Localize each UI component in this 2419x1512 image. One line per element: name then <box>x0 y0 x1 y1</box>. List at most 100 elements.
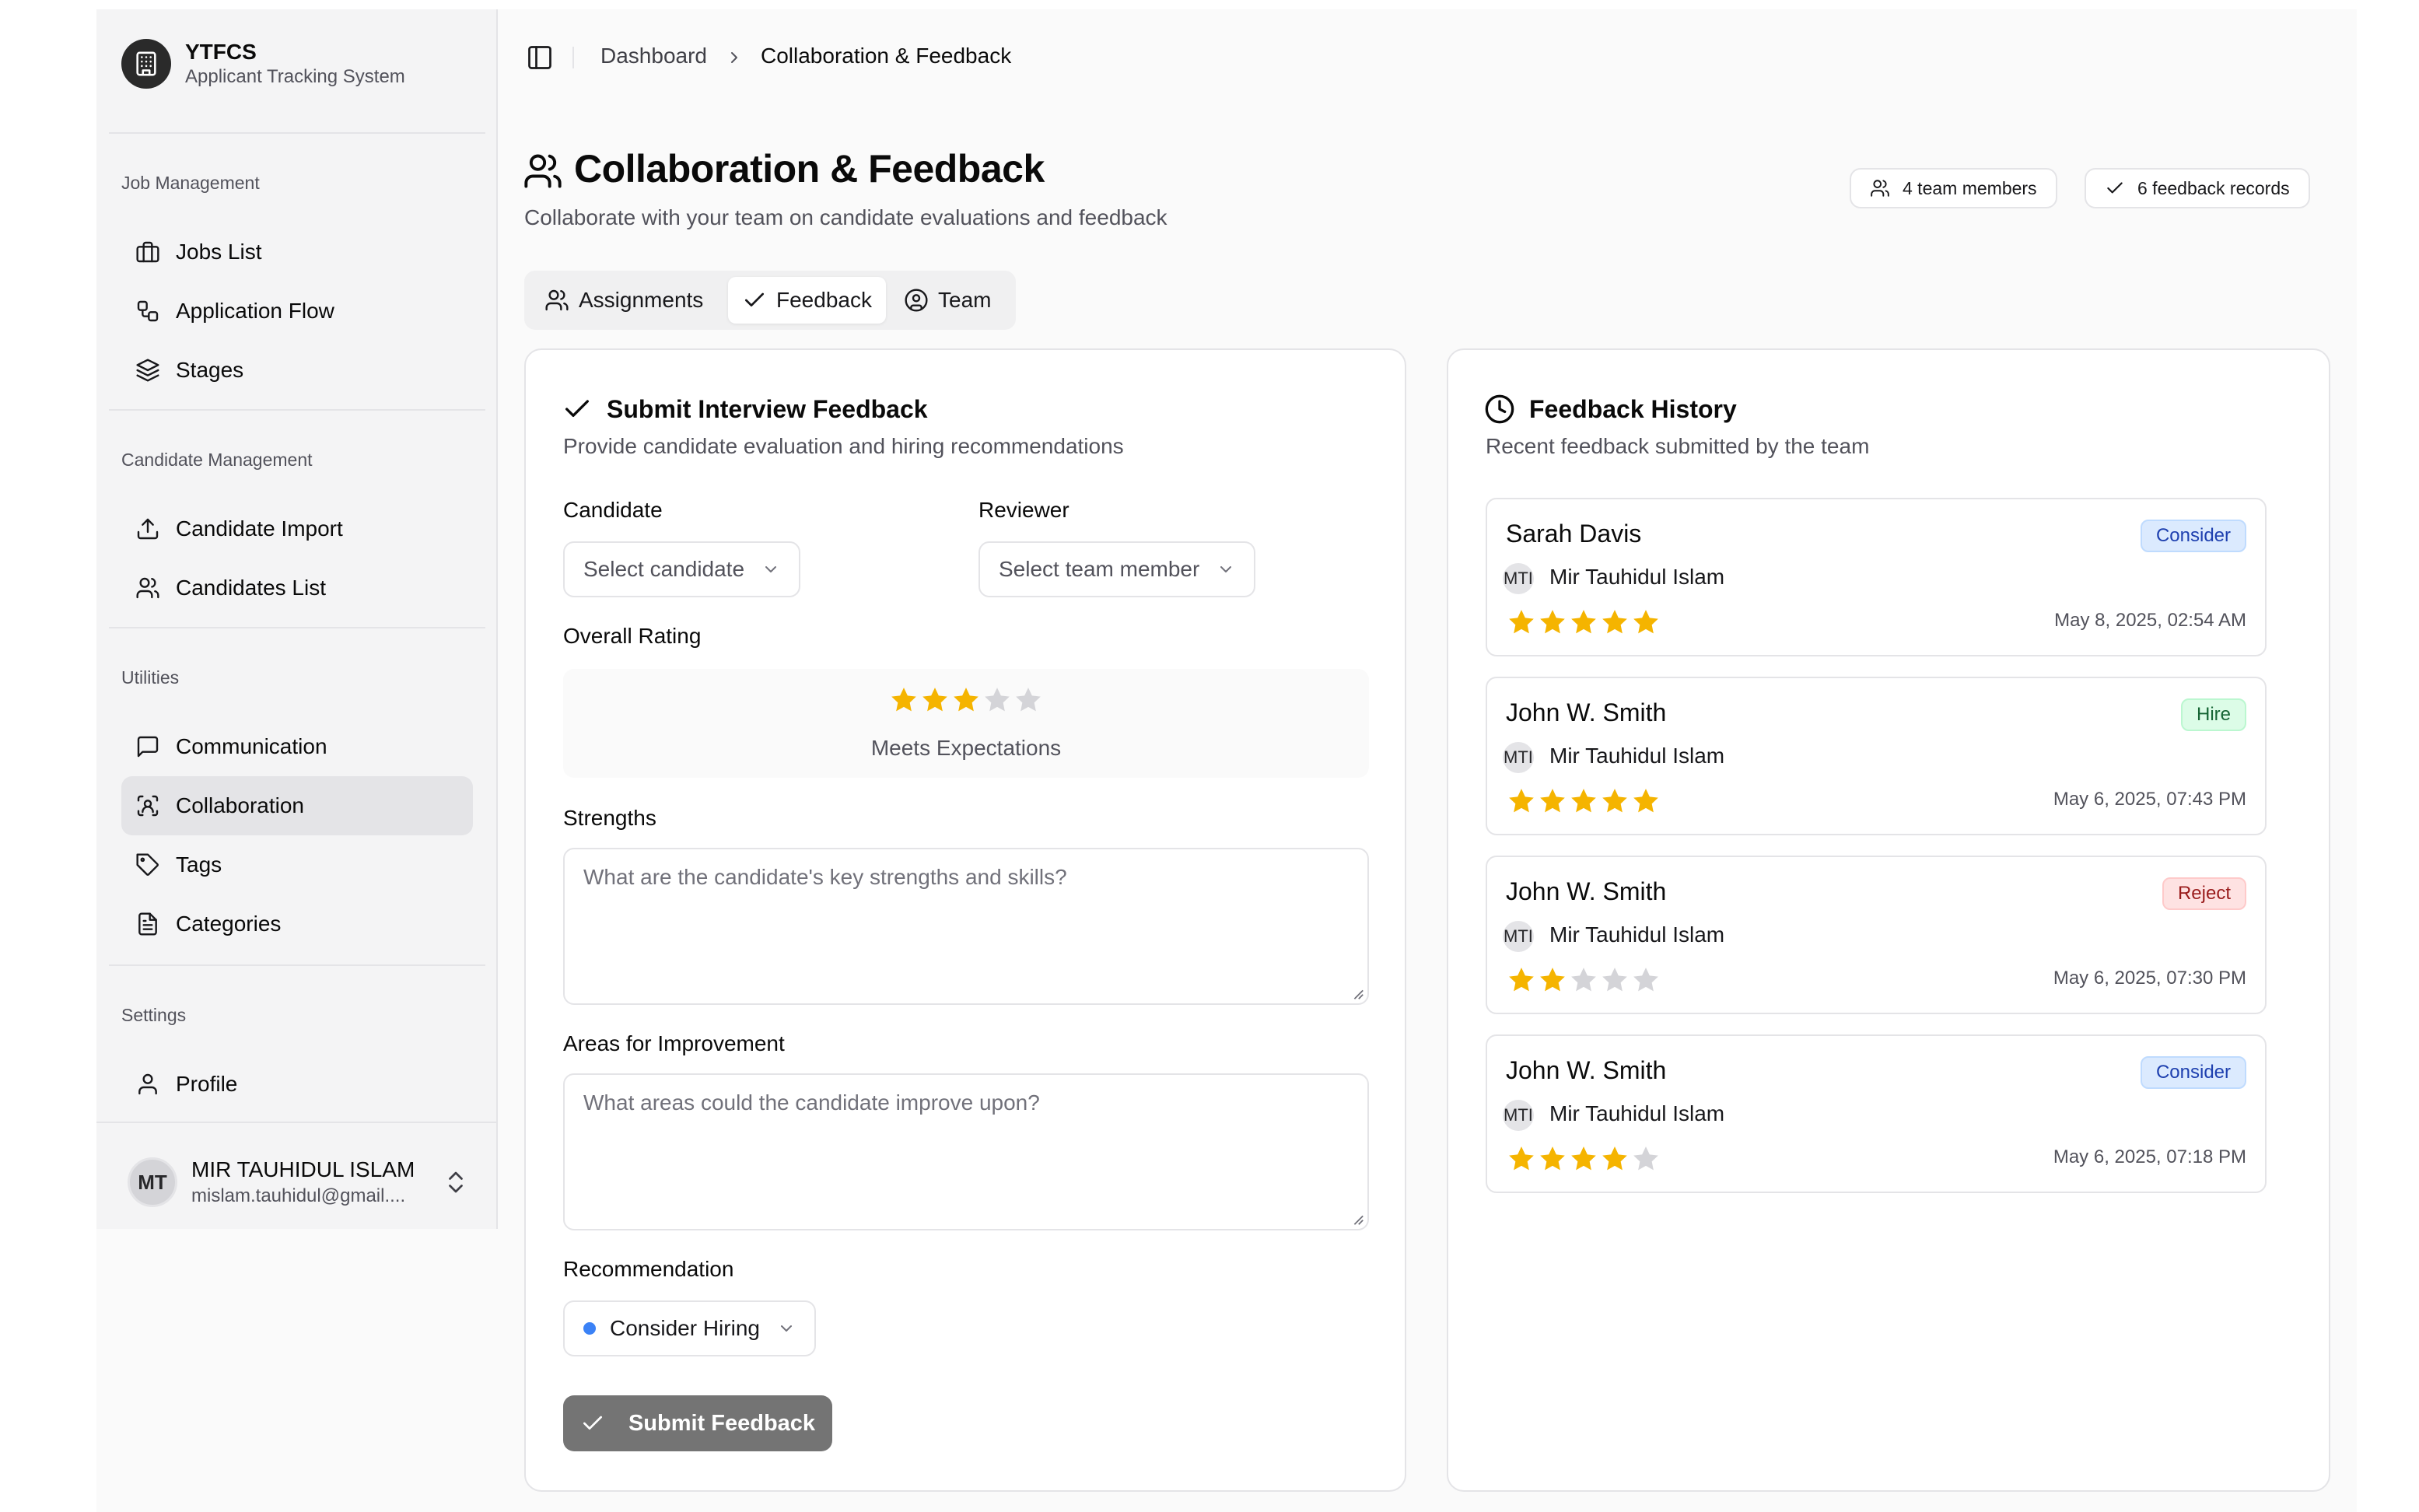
tab-label: Team <box>938 288 992 312</box>
tab-team[interactable]: Team <box>890 277 1005 324</box>
feedback-date: May 6, 2025, 07:43 PM <box>2053 789 2246 810</box>
improvement-textarea[interactable]: What areas could the candidate improve u… <box>563 1073 1369 1230</box>
users-icon <box>545 289 569 311</box>
feedback-reviewer: Mir Tauhidul Islam <box>1549 565 1725 589</box>
user-email: mislam.tauhidul@gmail.... <box>191 1185 406 1206</box>
star-filled-icon[interactable] <box>919 684 950 716</box>
improvement-placeholder: What areas could the candidate improve u… <box>583 1090 1040 1115</box>
tab-label: Assignments <box>579 288 704 312</box>
tab-label: Feedback <box>776 288 872 312</box>
star-filled-icon <box>1571 1146 1596 1171</box>
building-icon <box>121 39 171 89</box>
feedback-reviewer: Mir Tauhidul Islam <box>1549 922 1725 947</box>
brand[interactable]: YTFCS Applicant Tracking System <box>121 33 405 95</box>
sidebar-item-tags[interactable]: Tags <box>121 835 473 894</box>
feedback-candidate: John W. Smith <box>1506 698 1667 726</box>
chevron-down-icon <box>780 1325 792 1332</box>
feedback-date: May 8, 2025, 02:54 AM <box>2054 610 2246 631</box>
tab-assignments[interactable]: Assignments <box>530 277 717 324</box>
user-circle-icon <box>905 289 928 312</box>
page-title: Collaboration & Feedback <box>574 147 1045 191</box>
breadcrumb-dashboard[interactable]: Dashboard <box>600 44 707 68</box>
resize-handle-icon[interactable] <box>1350 986 1364 1000</box>
star-filled-icon <box>1509 789 1534 813</box>
reviewer-avatar: MTI <box>1503 563 1534 594</box>
team-members-count: 4 team members <box>1903 177 2037 198</box>
star-filled-icon <box>1633 610 1658 634</box>
collaboration-icon <box>134 792 162 820</box>
sidebar-group-title: Candidate Management <box>121 450 313 470</box>
sidebar-item-application-flow[interactable]: Application Flow <box>121 282 473 341</box>
sidebar-item-communication[interactable]: Communication <box>121 717 473 776</box>
star-filled-icon <box>1540 968 1565 992</box>
topbar-separator <box>572 47 574 68</box>
strengths-placeholder: What are the candidate's key strengths a… <box>583 865 1067 889</box>
message-icon <box>134 733 162 761</box>
tab-feedback[interactable]: Feedback <box>728 277 886 324</box>
recommendation-badge: Consider <box>2140 1056 2246 1089</box>
star-filled-icon <box>1509 1146 1534 1171</box>
sidebar-item-label: Categories <box>176 912 282 936</box>
avatar: MT <box>128 1157 177 1207</box>
feedback-item[interactable]: John W. Smith Consider MTI Mir Tauhidul … <box>1486 1034 2267 1193</box>
recommendation-label: Recommendation <box>563 1257 734 1281</box>
sidebar-item-candidates-list[interactable]: Candidates List <box>121 558 473 618</box>
sidebar-group-title: Job Management <box>121 173 260 193</box>
recommendation-value: Consider Hiring <box>610 1316 760 1340</box>
sidebar-item-categories[interactable]: Categories <box>121 894 473 954</box>
breadcrumb-current: Collaboration & Feedback <box>761 44 1012 68</box>
sidebar-divider <box>109 409 485 411</box>
feedback-candidate: Sarah Davis <box>1506 520 1642 548</box>
sidebar-item-label: Stages <box>176 358 244 382</box>
candidate-label: Candidate <box>563 498 663 522</box>
feedback-item[interactable]: John W. Smith Reject MTI Mir Tauhidul Is… <box>1486 856 2267 1014</box>
user-menu[interactable]: MT MIR TAUHIDUL ISLAM mislam.tauhidul@gm… <box>96 1122 496 1229</box>
candidate-select[interactable]: Select candidate <box>563 541 801 597</box>
feedback-item[interactable]: John W. Smith Hire MTI Mir Tauhidul Isla… <box>1486 677 2267 835</box>
card-title: Submit Interview Feedback <box>607 395 928 423</box>
feedback-history-card: Feedback History Recent feedback submitt… <box>1447 348 2330 1492</box>
recommendation-select[interactable]: Consider Hiring <box>563 1300 816 1356</box>
sidebar-item-candidate-import[interactable]: Candidate Import <box>121 499 473 558</box>
star-empty-icon[interactable] <box>1013 684 1044 716</box>
sidebar-divider <box>109 132 485 134</box>
star-empty-icon <box>1633 968 1658 992</box>
users-icon <box>134 574 162 602</box>
sidebar-item-label: Communication <box>176 734 327 758</box>
sidebar-item-collaboration[interactable]: Collaboration <box>121 776 473 835</box>
reviewer-select-value: Select team member <box>999 557 1200 581</box>
brand-name: YTFCS <box>185 40 257 64</box>
brand-subtitle: Applicant Tracking System <box>185 66 405 87</box>
feedback-date: May 6, 2025, 07:18 PM <box>2053 1146 2246 1167</box>
resize-handle-icon[interactable] <box>1350 1212 1364 1226</box>
submit-feedback-button[interactable]: Submit Feedback <box>563 1395 832 1451</box>
sidebar-item-label: Profile <box>176 1072 238 1096</box>
star-filled-icon <box>1602 1146 1627 1171</box>
star-filled-icon <box>1602 789 1627 813</box>
sidebar-item-label: Collaboration <box>176 793 304 817</box>
sidebar-toggle-icon[interactable] <box>526 44 554 72</box>
card-subtitle: Recent feedback submitted by the team <box>1486 434 1870 458</box>
star-empty-icon[interactable] <box>982 684 1013 716</box>
reviewer-select[interactable]: Select team member <box>978 541 1256 597</box>
sidebar-item-profile[interactable]: Profile <box>121 1055 473 1114</box>
star-empty-icon <box>1602 968 1627 992</box>
sidebar-item-label: Tags <box>176 852 222 877</box>
sidebar-divider <box>109 964 485 966</box>
check-icon <box>565 400 589 417</box>
sidebar-item-stages[interactable]: Stages <box>121 341 473 400</box>
rating-label: Overall Rating <box>563 624 702 648</box>
star-filled-icon <box>1540 789 1565 813</box>
strengths-textarea[interactable]: What are the candidate's key strengths a… <box>563 848 1369 1005</box>
star-filled-icon[interactable] <box>888 684 919 716</box>
file-icon <box>134 910 162 938</box>
feedback-item[interactable]: Sarah Davis Consider MTI Mir Tauhidul Is… <box>1486 498 2267 656</box>
sidebar-item-jobs-list[interactable]: Jobs List <box>121 222 473 282</box>
feedback-reviewer: Mir Tauhidul Islam <box>1549 744 1725 768</box>
card-title: Feedback History <box>1529 395 1737 423</box>
star-filled-icon[interactable] <box>950 684 982 716</box>
feedback-candidate: John W. Smith <box>1506 877 1667 905</box>
feedback-rating-stars <box>1506 607 1661 638</box>
sidebar-item-label: Candidates List <box>176 576 327 600</box>
rating-stars <box>888 684 1044 716</box>
